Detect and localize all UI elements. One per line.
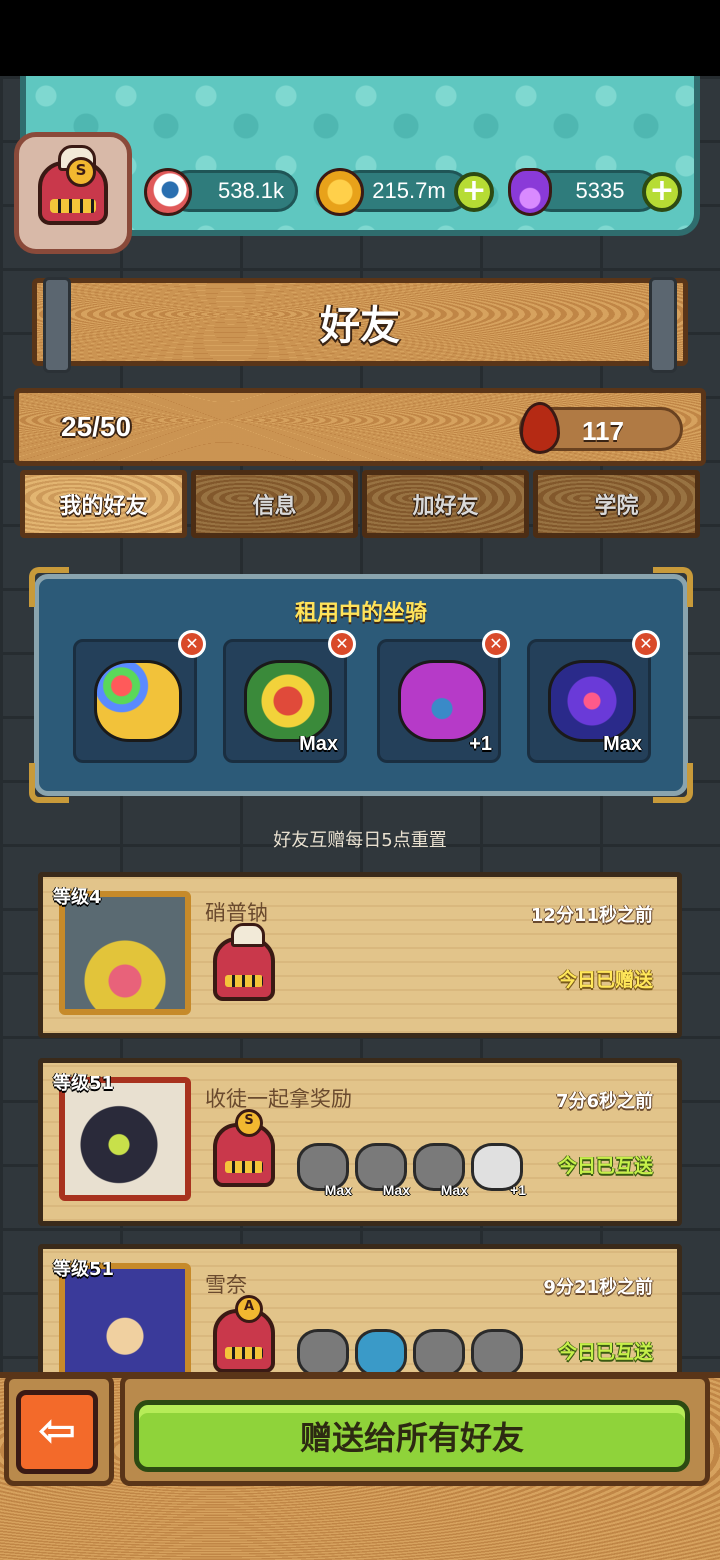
gold-count: 215.7m: [372, 178, 446, 203]
friend-name: 硝普钠: [205, 901, 268, 925]
friend-mount-icon: [413, 1329, 465, 1377]
tab-messages[interactable]: 信息: [191, 470, 358, 538]
teeth-icon: [225, 975, 263, 987]
mount-level: Max: [299, 733, 338, 755]
friend-count: 25/50: [61, 411, 132, 442]
status-bar: [0, 0, 720, 76]
potion-count: 5335: [575, 178, 625, 203]
eyeball-count: 538.1k: [217, 178, 285, 203]
mount-level: +1: [469, 733, 492, 755]
friend-level: 等级51: [53, 1073, 115, 1094]
rented-mounts-panel: 租用中的坐骑 ✕ ✕ Max ✕ +1 ✕ Max: [29, 567, 693, 803]
friend-avatar[interactable]: [59, 891, 191, 1015]
friend-monster-badge-icon: A: [213, 1295, 275, 1373]
friend-monster-badge-icon: [213, 923, 275, 1001]
tab-bar: 我的好友 信息 加好友 学院: [20, 470, 700, 538]
title-banner: 好友: [32, 277, 688, 373]
mount-slot-4[interactable]: ✕ Max: [527, 630, 660, 763]
gift-status: 今日已互送: [557, 1155, 653, 1177]
purple-horned-mount-icon: [398, 660, 486, 742]
tab-add-friend[interactable]: 加好友: [362, 470, 529, 538]
blue-rose-mount-icon: [548, 660, 636, 742]
friend-mount-icon: [297, 1329, 349, 1377]
tab-academy[interactable]: 学院: [533, 470, 700, 538]
rank-badge: S: [235, 1109, 263, 1137]
teeth-icon: [225, 1347, 263, 1359]
gold-coin-icon: [316, 168, 364, 216]
friend-mount-icon: Max: [355, 1143, 410, 1198]
add-potion-button[interactable]: +: [642, 172, 682, 212]
mount-level: Max: [324, 1182, 352, 1198]
friend-level: 等级4: [53, 887, 102, 908]
blood-drop-icon: [520, 402, 560, 454]
teeth-icon: [225, 1161, 263, 1173]
friend-name: 收徒一起拿奖励: [205, 1087, 352, 1111]
remove-mount-button[interactable]: ✕: [328, 630, 356, 658]
friend-last-seen: 7分6秒之前: [555, 1091, 653, 1112]
player-avatar[interactable]: S: [14, 132, 132, 254]
friend-name: 雪奈: [205, 1273, 247, 1297]
friend-card[interactable]: 等级4 硝普钠 12分11秒之前 今日已赠送: [38, 872, 682, 1038]
blood-count: 117: [582, 416, 624, 446]
friend-last-seen: 12分11秒之前: [530, 905, 653, 926]
gift-status: 今日已赠送: [557, 969, 653, 991]
friend-avatar[interactable]: [59, 1077, 191, 1201]
friend-avatar[interactable]: [59, 1263, 191, 1387]
chef-hat-icon: [231, 923, 265, 947]
send-all-friends-button[interactable]: 赠送给所有好友: [134, 1400, 690, 1472]
eyeball-icon: [144, 168, 192, 216]
page-title: 好友: [320, 303, 400, 349]
lion-dance-mount-icon: [244, 660, 332, 742]
friend-mount-icon: Max: [297, 1143, 352, 1198]
rank-badge: S: [66, 157, 96, 187]
friend-info-bar: 25/50 117: [14, 388, 706, 466]
remove-mount-button[interactable]: ✕: [178, 630, 206, 658]
mounts-panel-title: 租用中的坐骑: [294, 601, 427, 626]
remove-mount-button[interactable]: ✕: [632, 630, 660, 658]
friend-mount-icon: [355, 1329, 407, 1377]
friend-card[interactable]: 等级51 收徒一起拿奖励 7分6秒之前 S Max Max Max +1 今日已…: [38, 1058, 682, 1226]
mount-level: Max: [382, 1182, 410, 1198]
friend-mount-icon: +1: [471, 1143, 526, 1198]
monster-badge-icon: S: [38, 145, 108, 225]
friend-last-seen: 9分21秒之前: [543, 1277, 653, 1298]
balloon-chick-mount-icon: [94, 660, 182, 742]
rank-badge: A: [235, 1295, 263, 1323]
corner-ornament: [29, 763, 69, 803]
friend-mount-icon: Max: [413, 1143, 468, 1198]
add-gold-button[interactable]: +: [454, 172, 494, 212]
mount-slot-2[interactable]: ✕ Max: [223, 630, 356, 763]
mount-level: Max: [603, 733, 642, 755]
mount-level: +1: [510, 1182, 526, 1198]
teeth-icon: [50, 199, 96, 213]
tab-my-friends[interactable]: 我的好友: [20, 470, 187, 538]
friend-mount-icon: [471, 1329, 523, 1377]
remove-mount-button[interactable]: ✕: [482, 630, 510, 658]
mount-slot-1[interactable]: ✕: [73, 630, 206, 763]
potion-icon: [508, 168, 552, 216]
friend-level: 等级51: [53, 1259, 115, 1280]
back-arrow-icon: ⇦: [37, 1403, 77, 1457]
reset-note: 好友互赠每日5点重置: [273, 830, 447, 851]
back-button[interactable]: ⇦: [16, 1390, 98, 1474]
mount-level: Max: [440, 1182, 468, 1198]
friend-monster-badge-icon: S: [213, 1109, 275, 1187]
gift-status: 今日已互送: [557, 1341, 653, 1363]
corner-ornament: [653, 763, 693, 803]
mount-slot-3[interactable]: ✕ +1: [377, 630, 510, 763]
blood-resource: 117: [519, 402, 683, 454]
